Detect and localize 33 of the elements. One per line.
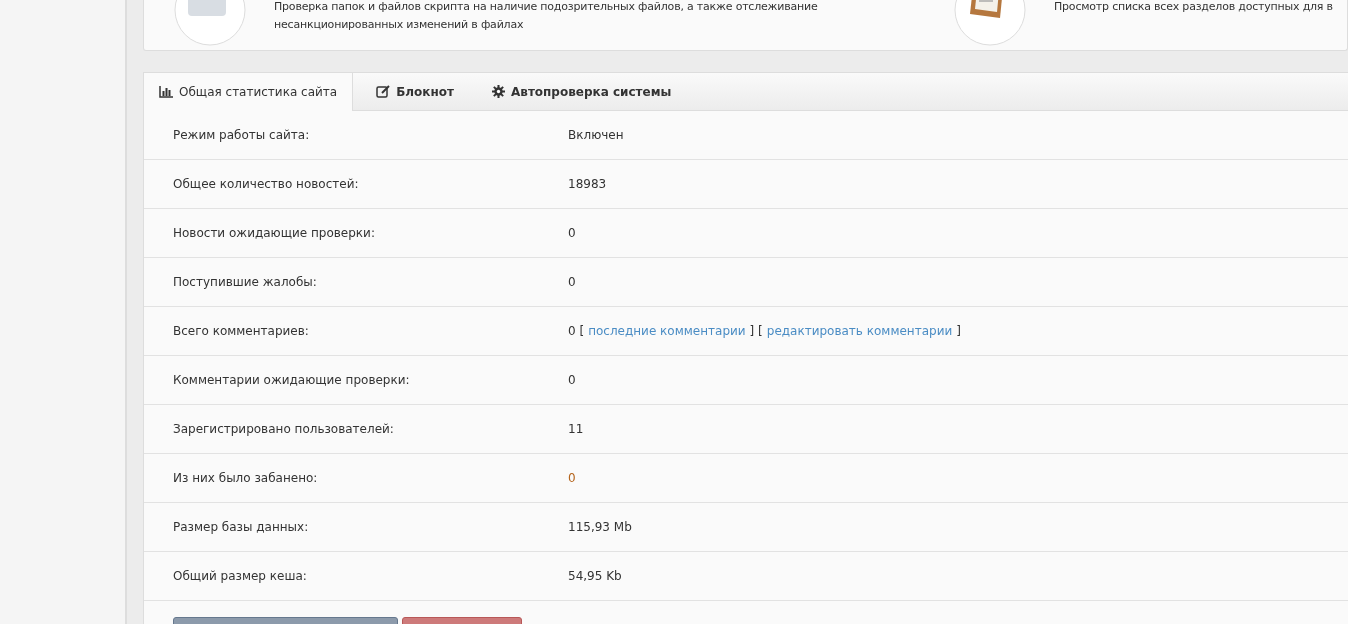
tab[interactable]: Автопроверка системы bbox=[477, 73, 687, 110]
stat-label: Комментарии ожидающие проверки: bbox=[173, 373, 411, 387]
gear-icon bbox=[492, 85, 505, 98]
stat-value: ] bbox=[956, 324, 961, 338]
comments-link[interactable]: последние комментарии bbox=[588, 324, 746, 338]
stat-label: Поступившие жалобы: bbox=[173, 275, 318, 289]
stat-label: Общий размер кеша: bbox=[173, 569, 308, 583]
description-text: несанкционированных изменений в файлах bbox=[274, 17, 524, 33]
stat-value: 0 bbox=[568, 226, 576, 240]
stat-value: ] [ bbox=[749, 324, 763, 338]
stat-value: Включен bbox=[568, 128, 624, 142]
stat-value: 115,93 Mb bbox=[568, 520, 632, 534]
description-text: Проверка папок и файлов скрипта на наличие подозрительных файлов, а также отслеживание bbox=[274, 0, 818, 15]
stat-label: Зарегистрировано пользователей: bbox=[173, 422, 395, 436]
stat-value: 0 [ bbox=[568, 324, 585, 338]
stat-value: 11 bbox=[568, 422, 584, 436]
tab[interactable]: Общая статистика сайта bbox=[144, 73, 354, 111]
stat-value: 0 bbox=[568, 471, 576, 485]
stat-value: 18983 bbox=[568, 177, 607, 191]
stat-label: Режим работы сайта: bbox=[173, 128, 311, 142]
chart-icon bbox=[159, 86, 173, 98]
stat-label: Размер базы данных: bbox=[173, 520, 310, 534]
stat-label: Новости ожидающие проверки: bbox=[173, 226, 376, 240]
stat-label: Общее количество новостей: bbox=[173, 177, 360, 191]
comments-link[interactable]: редактировать комментарии bbox=[766, 324, 953, 338]
edit-icon bbox=[376, 85, 391, 98]
stat-value: 0 bbox=[568, 373, 576, 387]
stat-label: Всего комментариев: bbox=[173, 324, 310, 338]
stat-label: Из них было забанено: bbox=[173, 471, 319, 485]
stat-value: 54,95 Kb bbox=[568, 569, 622, 583]
description-text: Просмотр списка всех разделов доступных для в bbox=[1054, 0, 1333, 15]
stat-value: 0 bbox=[568, 275, 576, 289]
tab[interactable]: Блокнот bbox=[361, 73, 469, 110]
